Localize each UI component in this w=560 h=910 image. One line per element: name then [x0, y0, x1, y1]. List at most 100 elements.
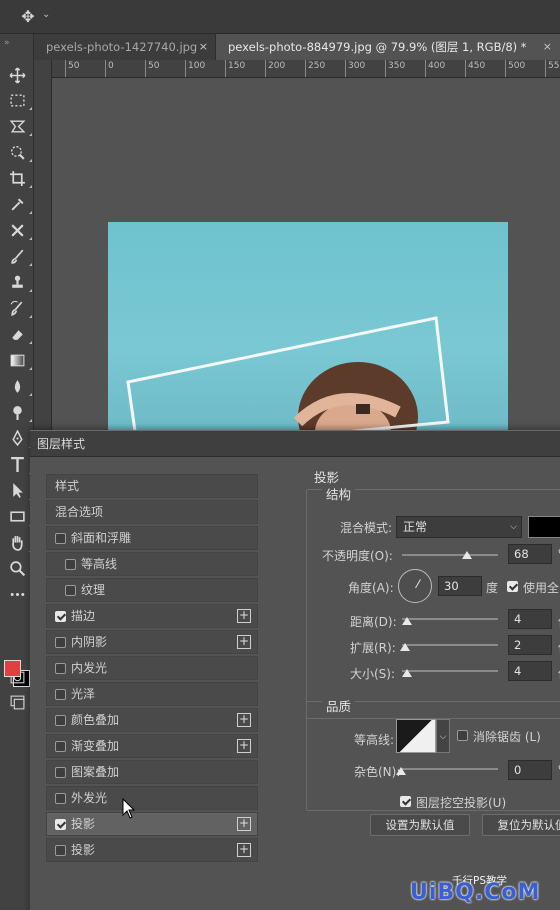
brush-tool-icon[interactable] [5, 245, 32, 267]
move-tool-icon[interactable] [5, 64, 29, 86]
noise-input[interactable]: 0 [508, 760, 552, 780]
gradient-tool-icon[interactable] [5, 349, 32, 371]
panel-collapse-icon[interactable]: » [4, 38, 10, 48]
spread-slider-thumb[interactable] [400, 643, 410, 651]
style-item[interactable]: 图案叠加 [46, 760, 258, 784]
opacity-input[interactable]: 68 [508, 544, 552, 564]
add-effect-icon[interactable]: + [237, 635, 251, 649]
path-selection-tool-icon[interactable] [5, 479, 32, 501]
options-bar: ✥ ⌄ [0, 0, 560, 34]
contour-picker[interactable] [396, 719, 436, 753]
style-checkbox[interactable] [55, 663, 66, 674]
size-slider-track[interactable] [402, 670, 498, 672]
style-item[interactable]: 等高线 [46, 552, 258, 576]
distance-slider-thumb[interactable] [402, 617, 412, 625]
style-item[interactable]: 颜色叠加 + [46, 708, 258, 732]
clone-stamp-tool-icon[interactable] [5, 271, 32, 293]
add-effect-icon[interactable]: + [237, 713, 251, 727]
make-default-button[interactable]: 设置为默认值 [370, 814, 470, 836]
distance-input[interactable]: 4 [508, 609, 552, 629]
style-item[interactable]: 投影 + [46, 812, 258, 836]
size-input[interactable]: 4 [508, 661, 552, 681]
noise-slider-track[interactable] [402, 768, 498, 770]
tab-document-1[interactable]: pexels-photo-1427740.jpg × [34, 34, 216, 60]
add-effect-icon[interactable]: + [237, 817, 251, 831]
close-icon[interactable]: × [199, 34, 208, 60]
add-effect-icon[interactable]: + [237, 739, 251, 753]
hand-tool-icon[interactable] [5, 531, 32, 553]
reset-default-button[interactable]: 复位为默认值 [482, 814, 560, 836]
style-checkbox[interactable] [55, 637, 66, 648]
pen-tool-icon[interactable] [5, 427, 32, 449]
blend-mode-value: 正常 [403, 520, 428, 534]
close-icon[interactable]: × [543, 34, 552, 60]
zoom-tool-icon[interactable] [5, 557, 29, 579]
style-checkbox[interactable] [55, 767, 66, 778]
tool-preset-chevron-down-icon[interactable]: ⌄ [42, 9, 50, 20]
angle-input[interactable]: 30 [438, 576, 482, 596]
more-tools-icon[interactable] [5, 583, 29, 605]
chevron-down-icon[interactable]: ⌵ [436, 719, 450, 753]
opacity-slider-track[interactable] [402, 554, 498, 556]
dodge-tool-icon[interactable] [5, 401, 32, 423]
opacity-slider-thumb[interactable] [462, 551, 473, 559]
style-item[interactable]: 渐变叠加 + [46, 734, 258, 758]
style-checkbox[interactable] [55, 689, 66, 700]
lasso-tool-icon[interactable] [5, 115, 32, 137]
style-item[interactable]: 外发光 [46, 786, 258, 810]
ruler-tick-label: 300 [348, 61, 366, 71]
horizontal-ruler[interactable]: 50 0 50 100 150 200 250 300 350 400 450 500 55 [52, 60, 560, 78]
style-checkbox[interactable] [55, 793, 66, 804]
style-checkbox[interactable] [55, 715, 66, 726]
ruler-tick-label: 150 [228, 61, 246, 71]
type-tool-icon[interactable] [5, 453, 32, 475]
marquee-tool-icon[interactable] [5, 89, 32, 111]
style-checkbox[interactable] [55, 845, 66, 856]
style-checkbox[interactable] [55, 611, 66, 622]
rectangle-tool-icon[interactable] [5, 505, 32, 527]
style-item[interactable]: 样式 [46, 474, 258, 498]
ruler-tick-label: 100 [188, 61, 206, 71]
eyedropper-tool-icon[interactable] [5, 193, 32, 215]
history-brush-tool-icon[interactable] [5, 297, 32, 319]
noise-slider-thumb[interactable] [396, 767, 406, 775]
blend-mode-select[interactable]: 正常 ⌵ [396, 516, 522, 538]
global-light-checkbox[interactable] [507, 581, 518, 592]
style-item[interactable]: 描边 + [46, 604, 258, 628]
style-item[interactable]: 混合选项 [46, 500, 258, 524]
add-effect-icon[interactable]: + [237, 609, 251, 623]
style-checkbox[interactable] [55, 819, 66, 830]
distance-slider-track[interactable] [402, 618, 498, 620]
knockout-checkbox[interactable] [400, 796, 411, 807]
style-checkbox[interactable] [55, 741, 66, 752]
style-item-label: 斜面和浮雕 [71, 531, 132, 545]
tab-document-2[interactable]: pexels-photo-884979.jpg @ 79.9% (图层 1, R… [216, 34, 560, 60]
move-tool-icon[interactable]: ✥ [18, 7, 38, 27]
crop-tool-icon[interactable] [5, 167, 32, 189]
style-item[interactable]: 纹理 [46, 578, 258, 602]
screen-mode-icon[interactable] [5, 691, 29, 713]
spread-input[interactable]: 2 [508, 635, 552, 655]
style-item[interactable]: 内发光 [46, 656, 258, 680]
add-effect-icon[interactable]: + [237, 843, 251, 857]
style-item[interactable]: 斜面和浮雕 [46, 526, 258, 550]
style-item[interactable]: 光泽 [46, 682, 258, 706]
quick-selection-tool-icon[interactable] [5, 141, 32, 163]
size-slider-thumb[interactable] [402, 669, 412, 677]
tools-panel: » [0, 34, 34, 910]
blur-tool-icon[interactable] [5, 375, 32, 397]
angle-dial[interactable] [398, 569, 432, 603]
style-checkbox[interactable] [65, 585, 76, 596]
foreground-color-swatch[interactable] [4, 660, 21, 677]
style-checkbox[interactable] [65, 559, 76, 570]
eraser-tool-icon[interactable] [5, 323, 32, 345]
spread-slider-track[interactable] [402, 644, 498, 646]
vertical-ruler[interactable] [34, 60, 52, 440]
ruler-tick-label: 55 [548, 61, 560, 71]
style-item[interactable]: 投影 + [46, 838, 258, 862]
style-checkbox[interactable] [55, 533, 66, 544]
antialias-checkbox[interactable] [457, 730, 468, 741]
shadow-color-swatch[interactable] [528, 516, 560, 538]
healing-brush-tool-icon[interactable] [5, 219, 32, 241]
style-item[interactable]: 内阴影 + [46, 630, 258, 654]
